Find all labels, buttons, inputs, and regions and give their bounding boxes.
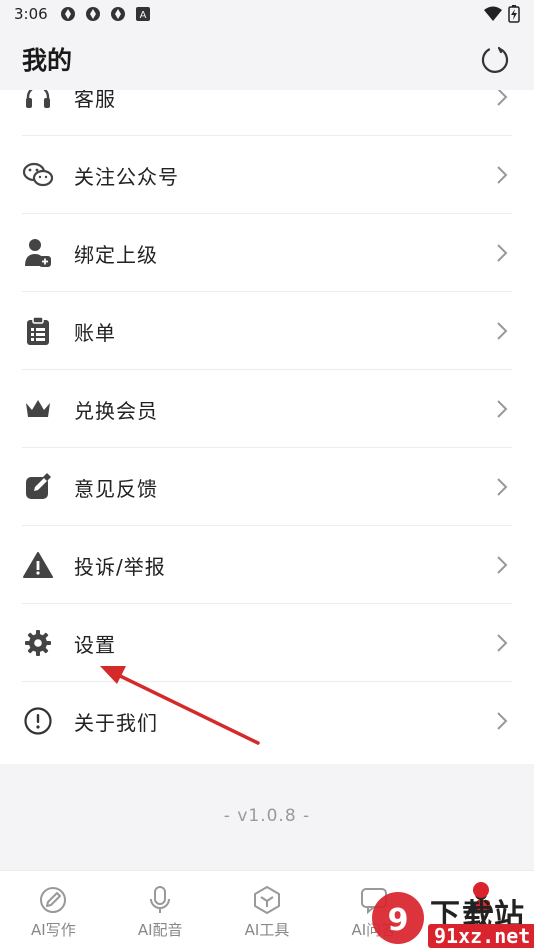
version-label: - v1.0.8 - xyxy=(223,806,311,826)
menu-item-follow-official-account[interactable]: 关注公众号 xyxy=(0,136,534,214)
menu-item-label: 客服 xyxy=(74,90,116,111)
menu-item-label: 关注公众号 xyxy=(74,164,179,189)
cube-icon xyxy=(252,885,282,915)
info-icon xyxy=(22,705,54,737)
menu-item-customer-service[interactable]: 客服 xyxy=(0,90,534,136)
status-bar: 3:06 A xyxy=(0,0,534,28)
edit-icon xyxy=(22,471,54,503)
menu-item-label: 关于我们 xyxy=(74,710,158,735)
user-add-icon xyxy=(22,237,54,269)
app-notification-icon xyxy=(85,7,100,21)
menu-item-label: 绑定上级 xyxy=(74,242,158,267)
watermark-logo: 9 下载站 91xz.net xyxy=(360,880,534,950)
menu-item-label: 设置 xyxy=(74,632,116,657)
warning-icon xyxy=(22,549,54,581)
svg-text:9: 9 xyxy=(388,903,409,938)
microphone-icon xyxy=(145,885,175,915)
chevron-right-icon xyxy=(492,555,512,575)
menu-item-complaint-report[interactable]: 投诉/举报 xyxy=(0,526,534,604)
wechat-icon xyxy=(22,159,54,191)
app-notification-icon xyxy=(60,7,75,21)
menu-card: 客服 关注公众号 绑定上级 账单 兑换会员 意见反馈 投诉/举报 设置 关于我们 xyxy=(0,90,534,764)
menu-item-bill[interactable]: 账单 xyxy=(0,292,534,370)
chevron-right-icon xyxy=(492,165,512,185)
nav-item-ai-voice[interactable]: AI配音 xyxy=(107,871,214,950)
pen-icon xyxy=(38,885,68,915)
chevron-right-icon xyxy=(492,399,512,419)
menu-item-label: 兑换会员 xyxy=(74,398,158,423)
nav-item-ai-tools[interactable]: AI工具 xyxy=(214,871,321,950)
menu-item-label: 投诉/举报 xyxy=(74,554,166,579)
gear-icon xyxy=(22,627,54,659)
crown-icon xyxy=(22,393,54,425)
text-a-icon: A xyxy=(135,7,150,21)
chevron-right-icon xyxy=(492,243,512,263)
menu-item-label: 意见反馈 xyxy=(74,476,158,501)
menu-list: 客服 关注公众号 绑定上级 账单 兑换会员 意见反馈 投诉/举报 设置 关于我们 xyxy=(0,90,534,760)
chevron-right-icon xyxy=(492,711,512,731)
status-time: 3:06 xyxy=(14,5,48,23)
headset-icon xyxy=(22,90,54,113)
refresh-icon xyxy=(481,46,509,73)
nav-label: AI配音 xyxy=(137,921,183,939)
clipboard-list-icon xyxy=(22,315,54,347)
battery-icon xyxy=(508,5,520,23)
wifi-icon xyxy=(484,6,502,21)
chevron-right-icon xyxy=(492,477,512,497)
menu-item-bind-superior[interactable]: 绑定上级 xyxy=(0,214,534,292)
menu-item-settings[interactable]: 设置 xyxy=(0,604,534,682)
svg-text:A: A xyxy=(139,10,146,21)
app-notification-icon xyxy=(110,7,125,21)
menu-item-redeem-membership[interactable]: 兑换会员 xyxy=(0,370,534,448)
nav-label: AI写作 xyxy=(31,921,76,939)
nav-item-ai-writing[interactable]: AI写作 xyxy=(0,871,107,950)
page-title: 我的 xyxy=(22,46,73,75)
menu-item-about-us[interactable]: 关于我们 xyxy=(0,682,534,760)
nav-label: AI工具 xyxy=(244,921,290,939)
chevron-right-icon xyxy=(492,90,512,107)
watermark-domain: 91xz.net xyxy=(428,924,534,948)
chevron-right-icon xyxy=(492,321,512,341)
menu-item-label: 账单 xyxy=(74,320,116,345)
chevron-right-icon xyxy=(492,633,512,653)
menu-item-feedback[interactable]: 意见反馈 xyxy=(0,448,534,526)
app-header: 我的 xyxy=(0,28,534,90)
refresh-button[interactable] xyxy=(478,42,512,76)
